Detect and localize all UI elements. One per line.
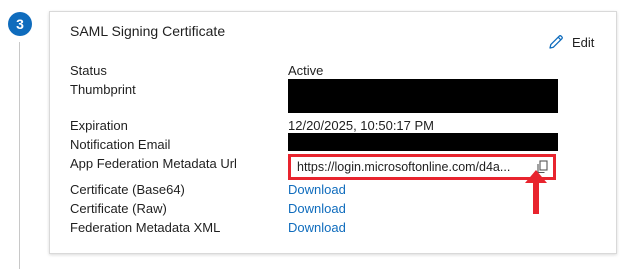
certificate-raw-download-link[interactable]: Download (288, 201, 346, 216)
saml-signing-certificate-card: SAML Signing Certificate Edit Status Act… (49, 11, 617, 254)
certificate-raw-label: Certificate (Raw) (70, 201, 167, 216)
step-number-badge: 3 (8, 12, 32, 36)
metadata-url-label: App Federation Metadata Url (70, 156, 237, 171)
thumbprint-label: Thumbprint (70, 82, 136, 97)
notification-email-label: Notification Email (70, 137, 171, 152)
metadata-url-value: https://login.microsoftonline.com/d4a... (297, 160, 511, 174)
edit-label: Edit (572, 34, 595, 50)
expiration-label: Expiration (70, 118, 128, 133)
status-value: Active (288, 63, 324, 78)
federation-metadata-xml-label: Federation Metadata XML (70, 220, 221, 235)
edit-button[interactable]: Edit (547, 33, 594, 51)
step-connector-line (19, 42, 20, 269)
federation-metadata-xml-download-link[interactable]: Download (288, 220, 346, 235)
certificate-base64-label: Certificate (Base64) (70, 182, 185, 197)
certificate-base64-download-link[interactable]: Download (288, 182, 346, 197)
card-title: SAML Signing Certificate (70, 23, 226, 39)
expiration-value: 12/20/2025, 10:50:17 PM (288, 118, 435, 133)
metadata-url-field[interactable]: https://login.microsoftonline.com/d4a... (288, 154, 556, 180)
highlight-arrow-icon (525, 170, 547, 214)
notification-email-redacted-value (288, 133, 558, 151)
status-label: Status (70, 63, 107, 78)
pencil-icon (547, 33, 565, 51)
thumbprint-redacted-value (288, 79, 558, 113)
